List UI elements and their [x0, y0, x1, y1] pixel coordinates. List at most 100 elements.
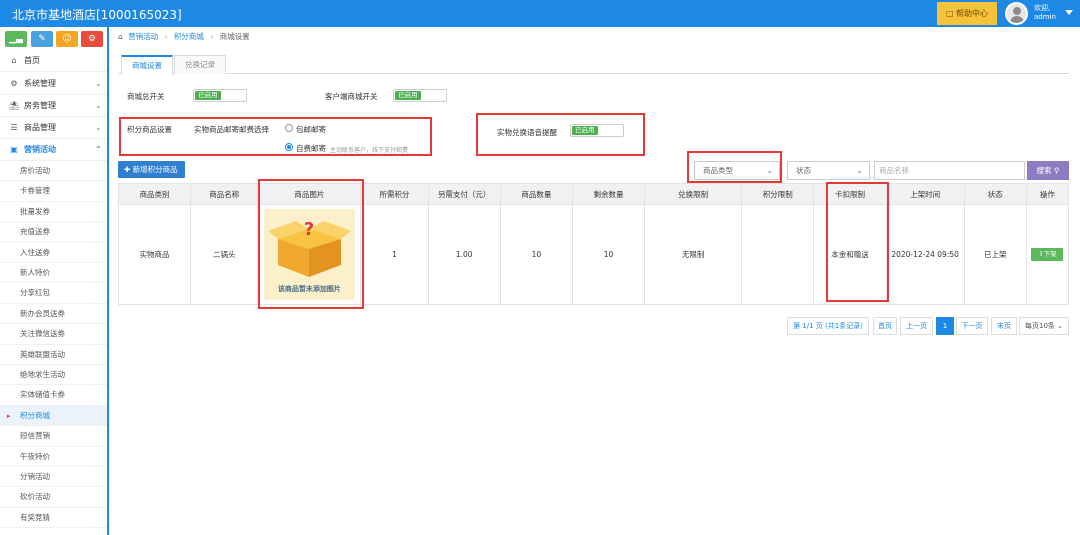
breadcrumb-points-mall[interactable]: 积分商城 [174, 32, 204, 41]
tab-exchange-records[interactable]: 兑换记录 [174, 55, 226, 74]
sidebar-item-marketing[interactable]: ▣ 营销活动 ⌃ [0, 139, 107, 161]
sidebar-subitem-label: 实体储值卡券 [20, 390, 65, 400]
status-select[interactable]: 状态 ⌄ [787, 161, 870, 180]
highlight-box-card-limit [826, 182, 889, 302]
gift-icon: ▣ [10, 145, 18, 154]
sidebar-subitem[interactable]: 短信营销 [0, 426, 107, 447]
sidebar-subitem[interactable]: 卡券管理 [0, 181, 107, 202]
cell-exchange-limit: 无限制 [644, 204, 743, 305]
col-header-extra-pay: 另需支付（元） [427, 183, 501, 205]
chevron-down-icon: ⌄ [856, 166, 863, 175]
welcome-label: 欢迎, [1034, 4, 1051, 12]
help-center-button[interactable]: □ 帮助中心 [937, 2, 997, 25]
sidebar-subitem-label: 砍价活动 [20, 492, 50, 502]
group-icon[interactable]: ☺ [56, 31, 78, 47]
home-icon[interactable]: ⌂ [118, 32, 123, 41]
sidebar-subitem-label: 积分商城 [20, 410, 50, 420]
chevron-down-icon[interactable] [1065, 10, 1073, 15]
chevron-down-icon: ⌄ [95, 101, 102, 110]
breadcrumb-current: 商城设置 [219, 32, 250, 41]
goods-name-input[interactable]: 商品名称 [874, 161, 1025, 180]
goods-type-select[interactable]: 商品类型 ⌄ [694, 161, 780, 180]
free-shipping-radio[interactable] [285, 124, 293, 132]
sidebar-subitem[interactable]: 批量发券 [0, 202, 107, 223]
add-points-goods-button[interactable]: ✚ 新增积分商品 [118, 161, 185, 178]
chevron-down-icon: ⌄ [95, 123, 102, 132]
bar-chart-icon[interactable]: ▁▃ [5, 31, 27, 47]
sidebar-subitem[interactable]: 有奖竞猜 [0, 508, 107, 529]
pagination-current[interactable]: 1 [936, 317, 954, 335]
pagination-last[interactable]: 末页 [991, 317, 1017, 335]
sidebar-subitem[interactable]: 新人特价 [0, 263, 107, 284]
sidebar-subitem[interactable]: 新办会员送券 [0, 304, 107, 325]
sidebar-subitem[interactable]: 砍价活动 [0, 487, 107, 508]
col-header-status: 状态 [963, 183, 1027, 205]
voice-alert-state: 已启用 [572, 126, 598, 135]
mall-switch-label: 商城总开关 [127, 92, 165, 101]
search-button[interactable]: 搜索 ⚲ [1027, 161, 1069, 180]
top-bar: 北京市基地酒店[1000165023] □ 帮助中心 欢迎, admin [0, 0, 1080, 27]
sidebar-item-goods[interactable]: ☰ 商品管理 ⌄ [0, 117, 107, 139]
breadcrumb: ⌂ 营销活动 › 积分商城 › 商城设置 [118, 31, 250, 45]
sidebar-subitem-label: 卡券管理 [20, 186, 50, 196]
cell-remaining: 10 [571, 204, 646, 305]
sidebar-subitem-label: 关注微信送券 [20, 329, 65, 339]
home-icon: ⌂ [11, 56, 17, 65]
sidebar-subitem-label: 有奖竞猜 [20, 512, 50, 522]
status-select-value: 状态 [796, 166, 811, 175]
sidebar: ▁▃ ✎ ☺ ⚙ ⌂ 首页 ⚙ 系统管理 ⌄ ⛱ 房务管理 ⌄ ☰ 商品管理 ⌄… [0, 27, 109, 535]
points-goods-label: 积分商品设置 [127, 125, 172, 134]
sidebar-item-system[interactable]: ⚙ 系统管理 ⌄ [0, 73, 107, 95]
sidebar-subitem-label: 分享红包 [20, 288, 50, 298]
sidebar-subitem[interactable]: 实体储值卡券 [0, 385, 107, 406]
col-header-category: 商品类别 [117, 183, 192, 205]
self-pay-label: 自费邮寄 [296, 144, 326, 153]
pencil-icon[interactable]: ✎ [31, 31, 53, 47]
client-switch-toggle[interactable]: 已启用 [393, 89, 447, 102]
gear-icon: ⚙ [10, 79, 18, 88]
col-header-action: 操作 [1025, 183, 1070, 205]
sidebar-subitem-label: 批量发券 [20, 206, 50, 216]
col-header-remaining: 剩余数量 [571, 183, 646, 205]
sidebar-subitem[interactable]: 分享红包 [0, 283, 107, 304]
chevron-down-icon: ⌄ [1057, 322, 1064, 330]
sidebar-subitem[interactable]: 绝地求生活动 [0, 365, 107, 386]
app-root: 北京市基地酒店[1000165023] □ 帮助中心 欢迎, admin ▁▃ … [0, 0, 1080, 535]
voice-alert-toggle[interactable]: 已启用 [570, 124, 624, 137]
sidebar-subitem[interactable]: 英雄联盟活动 [0, 345, 107, 365]
sidebar-subitem[interactable]: 房价活动 [0, 161, 107, 182]
pagination-first[interactable]: 首页 [873, 317, 897, 335]
sidebar-subitem[interactable]: 充值送券 [0, 222, 107, 243]
tab-mall-settings[interactable]: 商城设置 [121, 55, 173, 75]
take-down-button[interactable]: ⇩下架 [1031, 248, 1064, 261]
col-header-points: 所需积分 [360, 183, 429, 205]
avatar[interactable] [1005, 2, 1028, 25]
self-pay-hint: 主动联系客户，线下支付邮费 [330, 147, 409, 154]
sidebar-subitem[interactable]: 午夜特价 [0, 447, 107, 467]
pagination-prev[interactable]: 上一页 [900, 317, 933, 335]
cell-category: 实物商品 [117, 204, 192, 305]
voice-alert-label: 实物兑换语音提醒 [497, 128, 557, 137]
user-greeting[interactable]: 欢迎, admin [1034, 4, 1056, 22]
mall-switch-toggle[interactable]: 已启用 [193, 89, 247, 102]
shipping-label: 实物商品邮寄邮费选择 [194, 125, 269, 134]
breadcrumb-marketing[interactable]: 营销活动 [128, 32, 158, 41]
cell-points: 1 [360, 204, 429, 305]
sidebar-subitem[interactable]: 关注微信送券 [0, 324, 107, 345]
search-icon: ⚲ [1053, 166, 1060, 175]
chevron-down-icon: ⌄ [95, 79, 102, 88]
sidebar-item-rooms[interactable]: ⛱ 房务管理 ⌄ [0, 95, 107, 117]
sidebar-subitem[interactable]: 积分商城 [0, 405, 107, 427]
user-name: admin [1034, 13, 1056, 21]
cogs-icon[interactable]: ⚙ [81, 31, 103, 47]
sidebar-subitem-label: 分销活动 [20, 472, 50, 481]
sidebar-subitem[interactable]: 入住送券 [0, 243, 107, 263]
chevron-down-icon: ⌄ [766, 166, 773, 175]
add-points-goods-label: 新增积分商品 [132, 165, 178, 174]
sidebar-subitem[interactable]: 分销活动 [0, 467, 107, 488]
page-size-select[interactable]: 每页10条 ⌄ [1019, 317, 1069, 335]
sidebar-subitem-label: 新人特价 [20, 268, 50, 277]
sidebar-item-home[interactable]: ⌂ 首页 [0, 50, 107, 72]
self-pay-radio[interactable] [285, 143, 293, 151]
pagination-next[interactable]: 下一页 [956, 317, 988, 335]
